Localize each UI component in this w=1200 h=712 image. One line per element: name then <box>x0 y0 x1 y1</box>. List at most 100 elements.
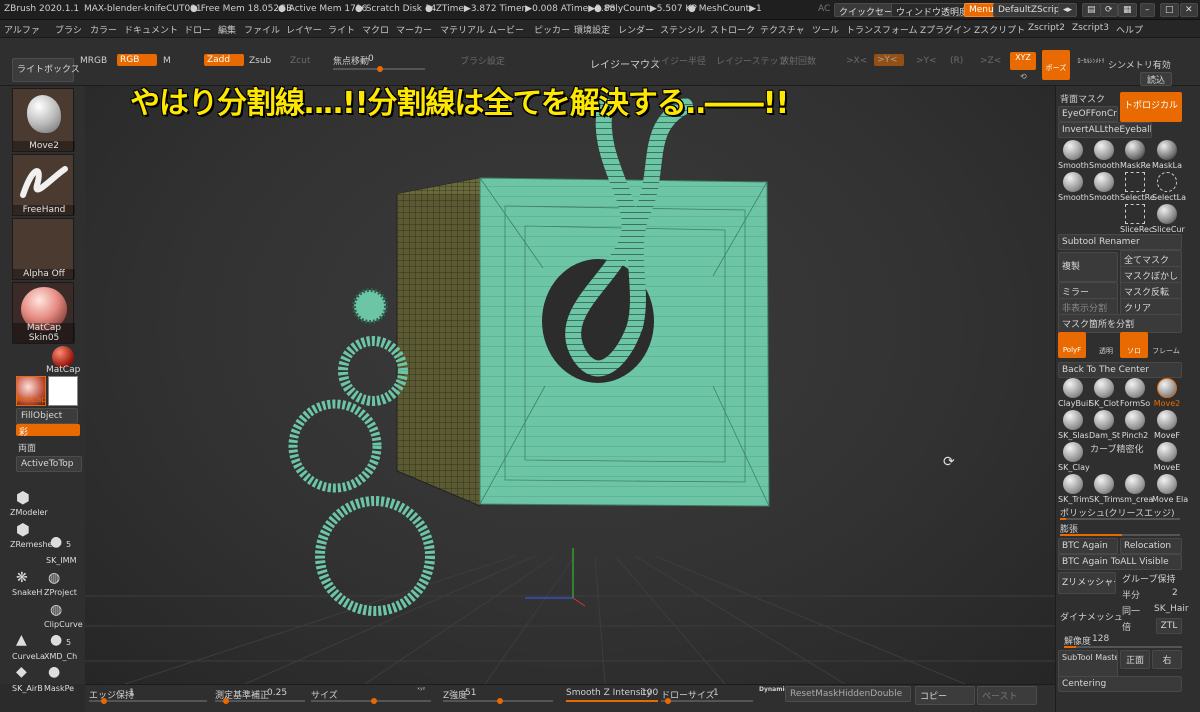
invert-eyeballs-button[interactable]: InvertALLtheEyeballs <box>1058 122 1152 138</box>
sk-hair-label[interactable]: SK_Hair <box>1154 604 1189 614</box>
edge-keep-slider[interactable] <box>89 698 207 704</box>
polish-slider[interactable] <box>1060 518 1180 520</box>
brush-smooth-2[interactable]: Smooth <box>1089 140 1120 170</box>
menu-item[interactable]: ツール <box>812 23 839 36</box>
polyf-button[interactable]: PolyF <box>1058 332 1086 358</box>
brush-sk-clay[interactable]: SK_Clay <box>1058 442 1090 472</box>
menu-item[interactable]: ライト <box>328 23 355 36</box>
color-swatch[interactable] <box>48 376 78 406</box>
brush-movef[interactable]: MoveF <box>1152 410 1182 440</box>
keep-groups-label[interactable]: グループ保持 <box>1122 572 1175 585</box>
menu-item[interactable]: ステンシル <box>660 23 705 36</box>
menu-item[interactable]: Zプラグイン <box>920 23 971 36</box>
frame-button[interactable]: フレーム <box>1152 334 1180 358</box>
menu-item[interactable]: ヘルプ <box>1116 23 1143 36</box>
menu-item[interactable]: ドロー <box>184 23 211 36</box>
subtool-master-button[interactable]: SubTool Master <box>1058 650 1118 678</box>
brush-smooth-3[interactable]: Smooth <box>1058 172 1089 202</box>
menu-item[interactable]: カラー <box>90 23 117 36</box>
menu-item[interactable]: マテリアル <box>440 23 485 36</box>
dynamic-label[interactable]: Dynamic <box>759 686 788 693</box>
transparent-button[interactable]: 透明 <box>1092 334 1120 358</box>
topological-button[interactable]: トポロジカル <box>1120 92 1182 122</box>
inflate-slider[interactable] <box>1060 534 1180 536</box>
brush-masklasso[interactable]: MaskLa <box>1152 140 1182 170</box>
half-label[interactable]: 半分 <box>1122 588 1140 601</box>
zmodeler-icon[interactable]: ⬢ <box>16 488 30 507</box>
menu-item[interactable]: ドキュメント <box>124 23 178 36</box>
menu-item[interactable]: 編集 <box>218 23 236 36</box>
close-icon[interactable]: ✕ <box>1180 3 1198 17</box>
menu-item[interactable]: ストローク <box>710 23 755 36</box>
brush-maskrect[interactable]: MaskRe <box>1120 140 1151 170</box>
x-axis-button[interactable]: >X< <box>846 56 867 66</box>
rgb-button[interactable]: RGB <box>117 54 157 66</box>
brush-claybuildup[interactable]: ClayBuil <box>1058 378 1090 408</box>
menu-item[interactable]: マクロ <box>362 23 389 36</box>
split-mask-button[interactable]: マスク箇所を分割 <box>1058 314 1182 333</box>
maximize-icon[interactable]: □ <box>1160 3 1179 17</box>
back-mask-label[interactable]: 背面マスク <box>1060 92 1105 105</box>
btc-all-visible-button[interactable]: BTC Again ToALL Visible <box>1058 554 1182 570</box>
snake-hook-icon[interactable]: ❋ <box>16 570 28 586</box>
maskpen-icon[interactable]: ● <box>48 664 60 680</box>
clipcurve-icon[interactable]: ◍ <box>50 602 62 618</box>
local-symmetry-button[interactable]: ﾛｰｶﾙｼﾝﾒﾄﾘ <box>1076 56 1106 65</box>
zadd-button[interactable]: Zadd <box>204 54 244 66</box>
paste-button[interactable]: ペースト <box>977 686 1037 705</box>
pose-button[interactable]: ポーズ <box>1042 50 1070 80</box>
zremesher-button[interactable]: Zリメッシャー <box>1058 572 1116 594</box>
alpha-thumbnail[interactable]: Alpha Off <box>12 218 75 280</box>
zscript-button[interactable]: DefaultZScript <box>993 3 1069 17</box>
layout-toggle-icon[interactable]: ▤ <box>1082 3 1101 17</box>
menu-item[interactable]: トランスフォーム <box>846 23 918 36</box>
menu-item[interactable]: 環境設定 <box>574 23 610 36</box>
xmd-icon[interactable]: ● <box>50 632 62 648</box>
measure-slider[interactable] <box>215 698 305 704</box>
airbrush-icon[interactable]: ◆ <box>16 664 27 680</box>
reset-mask-button[interactable]: ResetMaskHiddenDouble <box>785 686 911 702</box>
front-view-button[interactable]: 正面 <box>1120 650 1150 669</box>
btc-again-button[interactable]: BTC Again <box>1058 538 1118 554</box>
solo-button[interactable]: ソロ <box>1120 332 1148 358</box>
brush-settings-label[interactable]: ブラシ設定 <box>460 54 505 67</box>
dynamesh-label[interactable]: ダイナメッシュ <box>1060 610 1123 623</box>
right-view-button[interactable]: 右 <box>1152 650 1182 669</box>
menu-item[interactable]: マーカー <box>396 23 432 36</box>
duplicate-button[interactable]: 複製 <box>1058 252 1118 282</box>
zproject-icon[interactable]: ◍ <box>48 570 60 586</box>
double-label[interactable]: 倍 <box>1122 620 1131 633</box>
z-axis-button[interactable]: >Z< <box>980 56 1001 66</box>
xyz-button[interactable]: XYZ <box>1010 52 1036 70</box>
brush-formsoft[interactable]: FormSo <box>1120 378 1150 408</box>
menu-item[interactable]: Zスクリプト <box>974 23 1025 36</box>
brush-thumbnail[interactable]: Move2 <box>12 88 75 152</box>
eye-off-button[interactable]: EyeOFFonCrsr <box>1058 106 1118 122</box>
menu-item[interactable]: Zscript2 <box>1028 23 1065 33</box>
y-axis-button[interactable]: >Y< <box>874 54 904 66</box>
color-mode-button[interactable]: 彩 <box>16 424 80 438</box>
zcut-button[interactable]: Zcut <box>290 56 310 66</box>
brush-sm-crease[interactable]: sm_crea <box>1120 474 1153 504</box>
curve-icon[interactable]: ▲ <box>16 632 27 648</box>
menu-item[interactable]: ファイル <box>244 23 280 36</box>
brush-sk-trim-1[interactable]: SK_Trim <box>1058 474 1089 504</box>
m-button[interactable]: M <box>163 56 171 66</box>
fillobject-button[interactable]: FillObject <box>16 408 78 424</box>
zstrength-slider[interactable] <box>443 698 553 704</box>
throw-count-label[interactable]: 放射回数 <box>780 54 816 67</box>
brush-pinch2[interactable]: Pinch2 <box>1120 410 1150 440</box>
menu-item[interactable]: レイヤー <box>286 23 322 36</box>
brush-movee[interactable]: MoveE <box>1152 442 1182 472</box>
subtool-renamer-button[interactable]: Subtool Renamer <box>1058 234 1182 250</box>
sk-imm-icon[interactable]: ● <box>50 534 62 550</box>
lazy-radius-label[interactable]: レイジー半径 <box>652 54 706 67</box>
menu-item[interactable]: ピッカー <box>534 23 570 36</box>
same-label[interactable]: 同一 <box>1122 604 1140 617</box>
menu-item[interactable]: ムービー <box>488 23 524 36</box>
ztl-button[interactable]: ZTL <box>1156 618 1182 634</box>
load-button[interactable]: 読込 <box>1140 72 1172 86</box>
layout-arrows-icon[interactable]: ◂▸ <box>1058 3 1078 17</box>
size-slider[interactable] <box>311 698 431 704</box>
relocation-button[interactable]: Relocation <box>1120 538 1182 554</box>
